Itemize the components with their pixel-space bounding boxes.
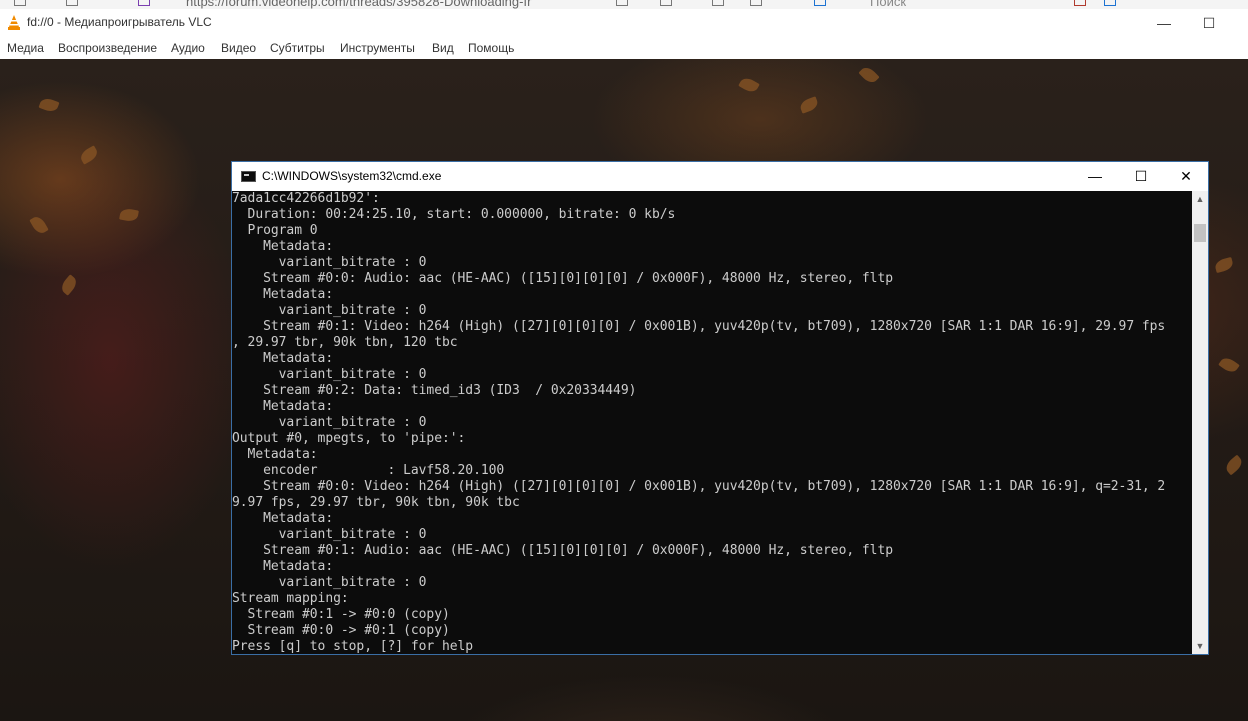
download-icon[interactable] (814, 0, 826, 6)
leaf-decoration (38, 96, 60, 114)
menu-help[interactable]: Помощь (468, 41, 514, 55)
console-line: Program 0 (232, 223, 318, 238)
menu-tools[interactable]: Инструменты (340, 41, 415, 55)
menu-playback[interactable]: Воспроизведение (58, 41, 157, 55)
scroll-up-icon[interactable]: ▲ (1192, 191, 1208, 207)
console-line: Metadata: (232, 351, 334, 366)
console-line: Duration: 00:24:25.10, start: 0.000000, … (232, 207, 676, 222)
vlc-menubar: Медиа Воспроизведение Аудио Видео Субтит… (0, 37, 1248, 59)
console-line: Metadata: (232, 287, 334, 302)
leaf-decoration (1213, 256, 1235, 274)
leaf-decoration (858, 64, 880, 86)
leaf-decoration (1223, 454, 1245, 476)
console-line: variant_bitrate : 0 (232, 255, 427, 270)
scroll-down-icon[interactable]: ▼ (1192, 638, 1208, 654)
leaf-decoration (78, 145, 100, 165)
menu-view[interactable]: Вид (432, 41, 454, 55)
window-title: fd://0 - Медиапроигрыватель VLC (27, 15, 212, 29)
cmd-minimize-button[interactable]: — (1072, 162, 1118, 191)
vlc-titlebar: fd://0 - Медиапроигрыватель VLC — ☐ (0, 9, 1248, 37)
history-icon[interactable] (750, 0, 762, 6)
console-line: Stream #0:1 -> #0:0 (copy) (232, 607, 450, 622)
console-line: Metadata: (232, 447, 318, 462)
menu-media[interactable]: Медиа (7, 41, 44, 55)
leaf-decoration (798, 96, 820, 114)
leaf-decoration (58, 274, 80, 296)
reader-icon[interactable] (616, 0, 628, 6)
cmd-window: C:\WINDOWS\system32\cmd.exe — ☐ ✕ 7ada1c… (231, 161, 1209, 655)
console-line: Stream #0:0: Video: h264 (High) ([27][0]… (232, 479, 1166, 494)
console-line: Metadata: (232, 239, 334, 254)
console-line: Stream #0:1: Audio: aac (HE-AAC) ([15][0… (232, 543, 894, 558)
console-icon (241, 171, 256, 182)
menu-video[interactable]: Видео (221, 41, 256, 55)
back-icon[interactable] (14, 0, 26, 6)
menu-subtitles[interactable]: Субтитры (270, 41, 325, 55)
console-line: Metadata: (232, 559, 334, 574)
extension-icon[interactable] (138, 0, 150, 6)
console-line: variant_bitrate : 0 (232, 303, 427, 318)
console-line: Stream #0:0 -> #0:1 (copy) (232, 623, 450, 638)
browser-search-input[interactable]: Поиск (870, 0, 906, 9)
console-line: Stream #0:2: Data: timed_id3 (ID3 / 0x20… (232, 383, 637, 398)
console-line: Output #0, mpegts, to 'pipe:': (232, 431, 466, 446)
leaf-decoration (119, 207, 139, 223)
leaf-decoration (29, 214, 49, 236)
vlc-cone-icon (8, 15, 20, 30)
scroll-thumb[interactable] (1194, 224, 1206, 242)
console-line: variant_bitrate : 0 (232, 367, 427, 382)
console-line: variant_bitrate : 0 (232, 527, 427, 542)
addon-icon[interactable] (1074, 0, 1086, 6)
console-line: 7ada1cc42266d1b92': (232, 191, 380, 206)
maximize-button[interactable]: ☐ (1195, 12, 1223, 34)
console-line: Stream #0:0: Audio: aac (HE-AAC) ([15][0… (232, 271, 894, 286)
menu-audio[interactable]: Аудио (171, 41, 205, 55)
leaf-decoration (738, 75, 760, 95)
browser-url[interactable]: https://forum.videohelp.com/threads/3958… (186, 0, 531, 9)
console-line: Press [q] to stop, [?] for help (232, 639, 474, 654)
more-icon[interactable] (660, 0, 672, 6)
console-line: Metadata: (232, 399, 334, 414)
browser-toolbar: https://forum.videohelp.com/threads/3958… (0, 0, 1248, 9)
leaf-decoration (1218, 354, 1240, 376)
cmd-scrollbar[interactable]: ▲ ▼ (1192, 191, 1208, 654)
console-line: Stream #0:1: Video: h264 (High) ([27][0]… (232, 319, 1166, 334)
home-icon[interactable] (66, 0, 78, 6)
console-line: encoder : Lavf58.20.100 (232, 463, 505, 478)
minimize-button[interactable]: — (1150, 12, 1178, 34)
console-line: 9.97 fps, 29.97 tbr, 90k tbn, 90k tbc (232, 495, 520, 510)
addon-icon-2[interactable] (1104, 0, 1116, 6)
console-line: , 29.97 tbr, 90k tbn, 120 tbc (232, 335, 458, 350)
console-line: Stream mapping: (232, 591, 349, 606)
bookmark-star-icon[interactable] (712, 0, 724, 6)
cmd-titlebar: C:\WINDOWS\system32\cmd.exe — ☐ ✕ (232, 162, 1208, 191)
console-output[interactable]: 7ada1cc42266d1b92': Duration: 00:24:25.1… (232, 191, 1193, 654)
console-line: variant_bitrate : 0 (232, 415, 427, 430)
cmd-close-button[interactable]: ✕ (1163, 162, 1209, 191)
cmd-maximize-button[interactable]: ☐ (1118, 162, 1164, 191)
console-line: Metadata: (232, 511, 334, 526)
console-line: variant_bitrate : 0 (232, 575, 427, 590)
cmd-title: C:\WINDOWS\system32\cmd.exe (262, 169, 442, 183)
